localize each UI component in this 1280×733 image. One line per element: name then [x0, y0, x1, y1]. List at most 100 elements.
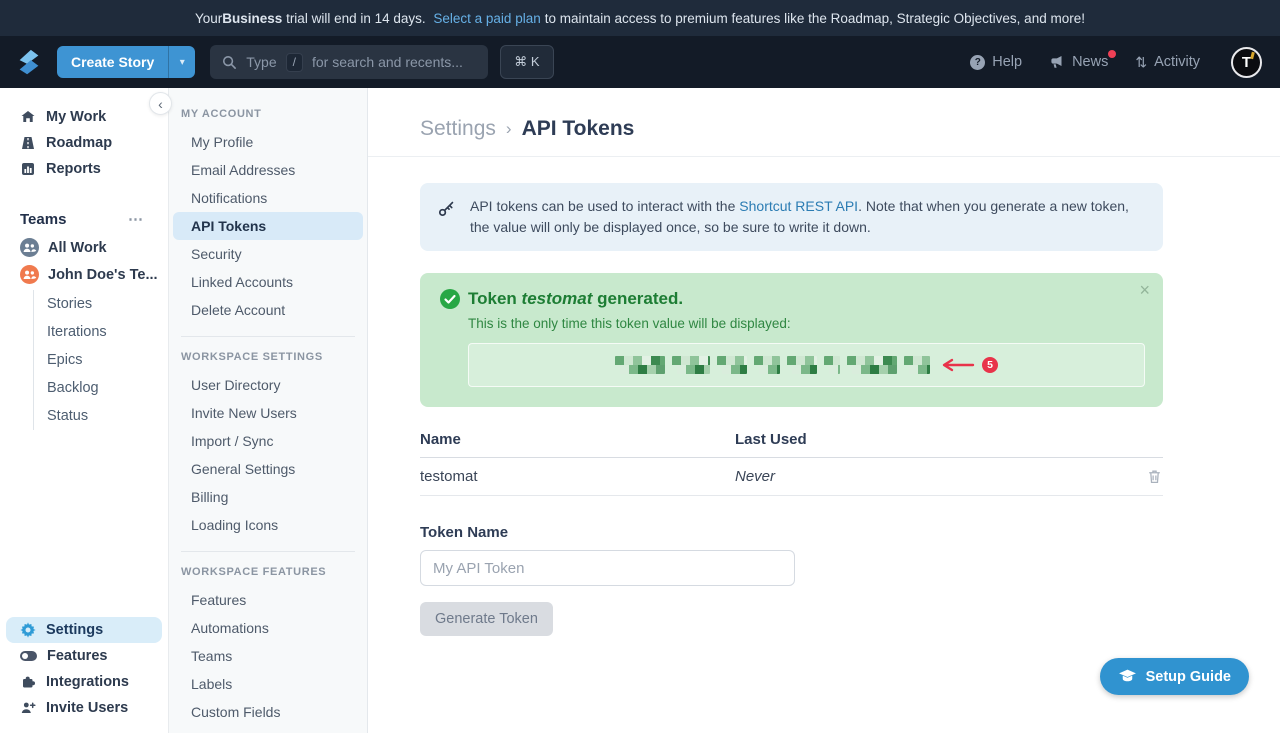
api-tokens-info-box: API tokens can be used to interact with …	[420, 183, 1163, 251]
create-story-button[interactable]: Create Story	[57, 46, 168, 78]
settings-nav-item-notifications[interactable]: Notifications	[173, 184, 363, 212]
rest-api-link[interactable]: Shortcut REST API	[739, 198, 858, 214]
settings-nav-item-import-sync[interactable]: Import / Sync	[173, 427, 363, 455]
search-placeholder: for search and recents...	[312, 54, 463, 70]
top-navbar: Create Story ▾ Type / for search and rec…	[0, 36, 1280, 88]
create-story-split-button: Create Story ▾	[57, 46, 195, 78]
token-name-label: Token Name	[420, 524, 1163, 541]
search-input[interactable]: Type / for search and recents...	[210, 45, 488, 79]
settings-nav: MY ACCOUNT My Profile Email Addresses No…	[168, 88, 368, 733]
shortcut-logo[interactable]	[14, 47, 44, 77]
activity-button[interactable]: ⇅ Activity	[1135, 54, 1200, 71]
settings-nav-item-my-profile[interactable]: My Profile	[173, 128, 363, 156]
chevron-left-icon: ‹	[158, 96, 163, 112]
info-text-pre: API tokens can be used to interact with …	[470, 198, 739, 214]
settings-nav-item-features[interactable]: Features	[173, 586, 363, 614]
delete-token-button[interactable]	[1146, 468, 1163, 485]
settings-nav-section-title: WORKSPACE FEATURES	[169, 566, 367, 586]
redacted-token-block	[754, 356, 780, 374]
sidebar-bottom-group: Settings Features Integrations	[0, 617, 168, 733]
settings-nav-item-user-directory[interactable]: User Directory	[173, 371, 363, 399]
table-row: testomat Never	[420, 458, 1163, 496]
settings-nav-item-teams[interactable]: Teams	[173, 642, 363, 670]
breadcrumb-separator-icon: ›	[506, 119, 512, 139]
close-icon[interactable]: ×	[1139, 281, 1150, 299]
banner-text-post: to maintain access to premium features l…	[545, 11, 1085, 26]
primary-sidebar: My Work Roadmap Reports Teams	[0, 88, 168, 733]
annotation-number-badge: 5	[982, 357, 998, 373]
team-avatar-icon	[20, 265, 39, 284]
sidebar-item-settings[interactable]: Settings	[6, 617, 162, 643]
sidebar-item-integrations[interactable]: Integrations	[6, 669, 162, 695]
token-name-input[interactable]	[420, 550, 795, 586]
info-text: API tokens can be used to interact with …	[470, 196, 1145, 238]
sidebar-item-label: Roadmap	[46, 135, 112, 151]
trial-banner: Your Business trial will end in 14 days.…	[0, 0, 1280, 36]
main-content: Settings › API Tokens API tokens can be …	[368, 88, 1280, 733]
toggle-icon	[20, 651, 37, 661]
sidebar-item-label: Integrations	[46, 674, 129, 690]
home-icon	[20, 109, 36, 125]
settings-nav-item-billing[interactable]: Billing	[173, 483, 363, 511]
sidebar-item-roadmap[interactable]: Roadmap	[6, 130, 162, 156]
settings-nav-item-custom-fields[interactable]: Custom Fields	[173, 698, 363, 726]
person-plus-icon	[20, 700, 36, 716]
sidebar-item-reports[interactable]: Reports	[6, 156, 162, 182]
sidebar-collapse-button[interactable]: ‹	[149, 92, 172, 115]
settings-nav-item-labels[interactable]: Labels	[173, 670, 363, 698]
sidebar-item-my-work[interactable]: My Work	[6, 104, 162, 130]
settings-nav-item-loading-icons[interactable]: Loading Icons	[173, 511, 363, 539]
teams-menu-icon[interactable]: ⋯	[128, 210, 144, 228]
generate-token-button[interactable]: Generate Token	[420, 602, 553, 636]
settings-nav-item-security[interactable]: Security	[173, 240, 363, 268]
sidebar-item-label: Invite Users	[46, 700, 128, 716]
settings-nav-item-automations[interactable]: Automations	[173, 614, 363, 642]
redacted-token-block	[824, 356, 840, 374]
sidebar-item-label: My Work	[46, 109, 106, 125]
help-button[interactable]: ? Help	[970, 54, 1022, 70]
teams-section-header: Teams ⋯	[6, 206, 162, 232]
settings-nav-item-api-tokens[interactable]: API Tokens	[173, 212, 363, 240]
sidebar-item-status[interactable]: Status	[47, 402, 168, 430]
settings-nav-section-title: MY ACCOUNT	[169, 108, 367, 128]
news-button[interactable]: News	[1049, 54, 1108, 70]
key-icon	[438, 200, 455, 217]
sidebar-item-features[interactable]: Features	[6, 643, 162, 669]
create-story-dropdown-button[interactable]: ▾	[168, 46, 195, 78]
settings-nav-item-invite-new-users[interactable]: Invite New Users	[173, 399, 363, 427]
search-shortcut-badge[interactable]: ⌘ K	[500, 45, 553, 79]
sidebar-item-invite-users[interactable]: Invite Users	[6, 695, 162, 721]
settings-nav-item-linked-accounts[interactable]: Linked Accounts	[173, 268, 363, 296]
alert-title: Token testomat generated.	[440, 289, 1145, 309]
banner-text-mid: trial will end in 14 days.	[282, 11, 429, 26]
activity-icon: ⇅	[1135, 54, 1147, 71]
user-avatar[interactable]: T	[1231, 47, 1262, 78]
sidebar-team-john-does-team[interactable]: John Doe's Te...	[6, 261, 162, 288]
trash-icon	[1146, 468, 1163, 485]
sidebar-item-label: Reports	[46, 161, 101, 177]
setup-guide-button[interactable]: Setup Guide	[1100, 658, 1249, 695]
search-shortcut-label: ⌘ K	[514, 54, 539, 70]
sidebar-team-all-work[interactable]: All Work	[6, 234, 162, 261]
token-name-cell: testomat	[420, 468, 735, 485]
sidebar-item-stories[interactable]: Stories	[47, 290, 168, 318]
settings-nav-item-email-addresses[interactable]: Email Addresses	[173, 156, 363, 184]
breadcrumb-parent[interactable]: Settings	[420, 117, 496, 141]
sidebar-item-iterations[interactable]: Iterations	[47, 318, 168, 346]
settings-nav-item-delete-account[interactable]: Delete Account	[173, 296, 363, 324]
create-story-label: Create Story	[71, 54, 154, 70]
annotation-arrow-icon	[937, 357, 975, 373]
select-paid-plan-link[interactable]: Select a paid plan	[433, 11, 540, 26]
table-header-row: Name Last Used	[420, 431, 1163, 458]
tokens-table: Name Last Used testomat Never	[420, 431, 1163, 496]
settings-nav-item-general-settings[interactable]: General Settings	[173, 455, 363, 483]
check-circle-icon	[440, 289, 460, 309]
redacted-token-block	[787, 356, 817, 374]
sidebar-item-backlog[interactable]: Backlog	[47, 374, 168, 402]
alert-title-post: generated.	[592, 289, 683, 308]
sidebar-item-epics[interactable]: Epics	[47, 346, 168, 374]
alert-token-name: testomat	[522, 289, 593, 308]
page-title: API Tokens	[522, 117, 635, 141]
settings-nav-section-title: WORKSPACE SETTINGS	[169, 351, 367, 371]
road-icon	[20, 135, 36, 151]
